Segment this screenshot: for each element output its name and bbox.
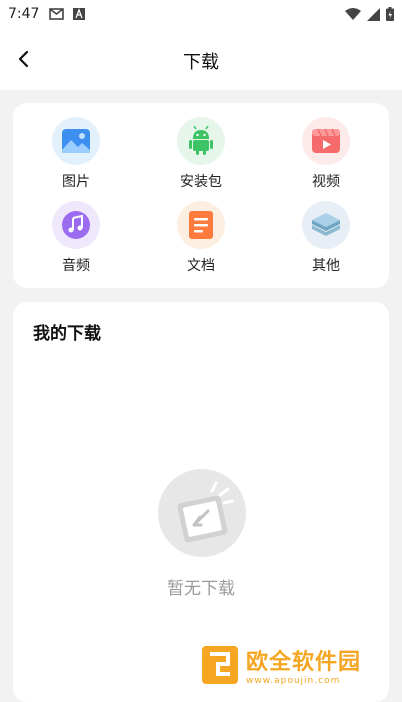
video-icon [312,128,340,153]
category-images[interactable]: 图片 [31,117,121,191]
category-audio[interactable]: 音频 [31,201,121,275]
category-documents[interactable]: 文档 [156,201,246,275]
empty-state-text: 暂无下载 [167,579,235,599]
document-icon [189,211,213,239]
status-bar: 7:47 [0,0,402,28]
category-label: 视频 [312,174,340,190]
watermark-url: www.apoujin.com [246,676,341,686]
signal-icon [367,7,380,21]
category-label: 文档 [187,258,215,274]
watermark-logo: 欧全软件园 www.apoujin.com [200,640,400,690]
app-header: 下载 [0,28,402,90]
battery-icon [386,7,394,21]
category-card: 图片 安装包 视频 音频 文档 其他 [13,103,389,288]
category-other[interactable]: 其他 [281,201,371,275]
section-title: 我的下载 [33,324,101,344]
category-label: 其他 [312,258,340,274]
layers-icon [312,213,340,236]
image-icon [62,129,90,153]
font-icon [73,8,86,20]
category-label: 图片 [62,174,90,190]
category-label: 安装包 [180,174,222,190]
watermark-logo-icon [202,646,238,684]
message-icon [49,8,65,20]
wifi-icon [345,7,361,20]
music-icon [62,211,90,239]
category-video[interactable]: 视频 [281,117,371,191]
page-title: 下载 [183,52,219,73]
watermark-text: 欧全软件园 [246,650,362,675]
android-icon [189,126,213,155]
status-time: 7:47 [8,6,40,22]
empty-download-illustration [158,469,246,557]
category-apk[interactable]: 安装包 [156,117,246,191]
category-label: 音频 [62,258,90,274]
